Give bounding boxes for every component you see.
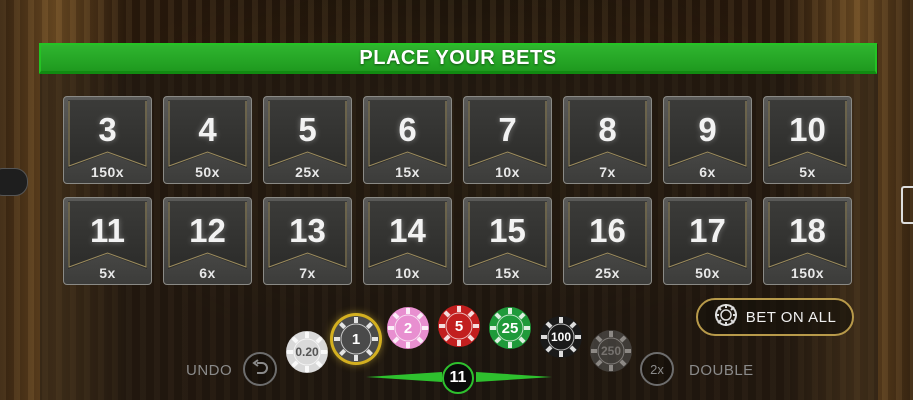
chip-value: 2	[403, 319, 413, 337]
double-button[interactable]: 2x	[640, 352, 674, 386]
bet-tile-3[interactable]: 3 150x	[63, 96, 152, 184]
undo-button[interactable]	[243, 352, 277, 386]
banner-title: PLACE YOUR BETS	[359, 46, 557, 69]
undo-label: UNDO	[186, 362, 233, 379]
bet-tile-7[interactable]: 7 10x	[463, 96, 552, 184]
chip-value: 25	[501, 319, 519, 337]
bet-on-all-button[interactable]: BET ON ALL	[696, 298, 854, 336]
double-icon-text: 2x	[650, 361, 664, 377]
tile-multiplier: 25x	[295, 164, 320, 180]
chip-250[interactable]: 250	[590, 330, 632, 372]
tile-number: 10	[789, 111, 826, 148]
undo-icon	[251, 358, 269, 380]
bet-tile-14[interactable]: 14 10x	[363, 197, 452, 285]
chip-5[interactable]: 5	[438, 305, 480, 347]
tile-multiplier: 10x	[395, 265, 420, 281]
tile-number: 8	[598, 111, 617, 148]
chip-value: 250	[600, 344, 622, 358]
double-label: DOUBLE	[689, 362, 754, 379]
tile-multiplier: 25x	[595, 265, 620, 281]
tile-multiplier: 7x	[299, 265, 316, 281]
bet-tile-11[interactable]: 11 5x	[63, 197, 152, 285]
bet-tile-17[interactable]: 17 50x	[663, 197, 752, 285]
bet-tile-12[interactable]: 12 6x	[163, 197, 252, 285]
tile-number: 14	[389, 212, 426, 249]
tile-multiplier: 7x	[599, 164, 616, 180]
bet-tile-8[interactable]: 8 7x	[563, 96, 652, 184]
tile-number: 12	[189, 212, 226, 249]
tile-number: 7	[498, 111, 517, 148]
tile-number: 5	[298, 111, 317, 148]
tile-multiplier: 10x	[495, 164, 520, 180]
tile-number: 18	[789, 212, 826, 249]
chip-0-20[interactable]: 0.20	[286, 331, 328, 373]
tile-number: 6	[398, 111, 417, 148]
chip-1[interactable]: 1	[333, 316, 379, 362]
tile-number: 16	[589, 212, 626, 249]
chip-value: 0.20	[295, 345, 319, 359]
tile-multiplier: 5x	[99, 265, 116, 281]
bet-tile-4[interactable]: 4 50x	[163, 96, 252, 184]
bet-tile-15[interactable]: 15 15x	[463, 197, 552, 285]
selected-number-badge: 11	[442, 362, 474, 394]
right-edge-control[interactable]	[901, 186, 913, 224]
bet-tile-10[interactable]: 10 5x	[763, 96, 852, 184]
tile-multiplier: 150x	[90, 164, 125, 180]
tile-number: 17	[689, 212, 726, 249]
tile-multiplier: 15x	[495, 265, 520, 281]
tile-multiplier: 6x	[699, 164, 716, 180]
chip-25[interactable]: 25	[489, 307, 531, 349]
bet-grid: 3 150x 4 50x 5 25x 6 15x 7 10x 8 7x 9 6x 10 5x 11 5x 12 6x 1…	[63, 96, 855, 285]
chip-stack-icon	[714, 303, 738, 331]
tile-multiplier: 50x	[195, 164, 220, 180]
tile-multiplier: 15x	[395, 164, 420, 180]
bet-tile-13[interactable]: 13 7x	[263, 197, 352, 285]
tile-multiplier: 5x	[799, 164, 816, 180]
tile-number: 4	[198, 111, 217, 148]
bet-on-all-label: BET ON ALL	[745, 308, 837, 326]
tile-multiplier: 150x	[790, 265, 825, 281]
tile-number: 9	[698, 111, 717, 148]
tile-number: 3	[98, 111, 117, 148]
bet-tile-16[interactable]: 16 25x	[563, 197, 652, 285]
tile-number: 11	[90, 212, 125, 249]
tile-multiplier: 6x	[199, 265, 216, 281]
chip-2[interactable]: 2	[387, 307, 429, 349]
tile-number: 13	[289, 212, 326, 249]
chip-value: 5	[454, 317, 464, 335]
tile-multiplier: 50x	[695, 265, 720, 281]
bet-tile-5[interactable]: 5 25x	[263, 96, 352, 184]
chip-value: 1	[351, 330, 361, 348]
bet-tile-9[interactable]: 9 6x	[663, 96, 752, 184]
bet-tile-6[interactable]: 6 15x	[363, 96, 452, 184]
selected-number-value: 11	[449, 369, 467, 386]
left-edge-control[interactable]	[0, 168, 28, 196]
tile-number: 15	[489, 212, 526, 249]
chip-value: 100	[550, 330, 572, 344]
place-bets-banner: PLACE YOUR BETS	[39, 43, 877, 74]
chip-100[interactable]: 100	[540, 316, 582, 358]
bet-tile-18[interactable]: 18 150x	[763, 197, 852, 285]
